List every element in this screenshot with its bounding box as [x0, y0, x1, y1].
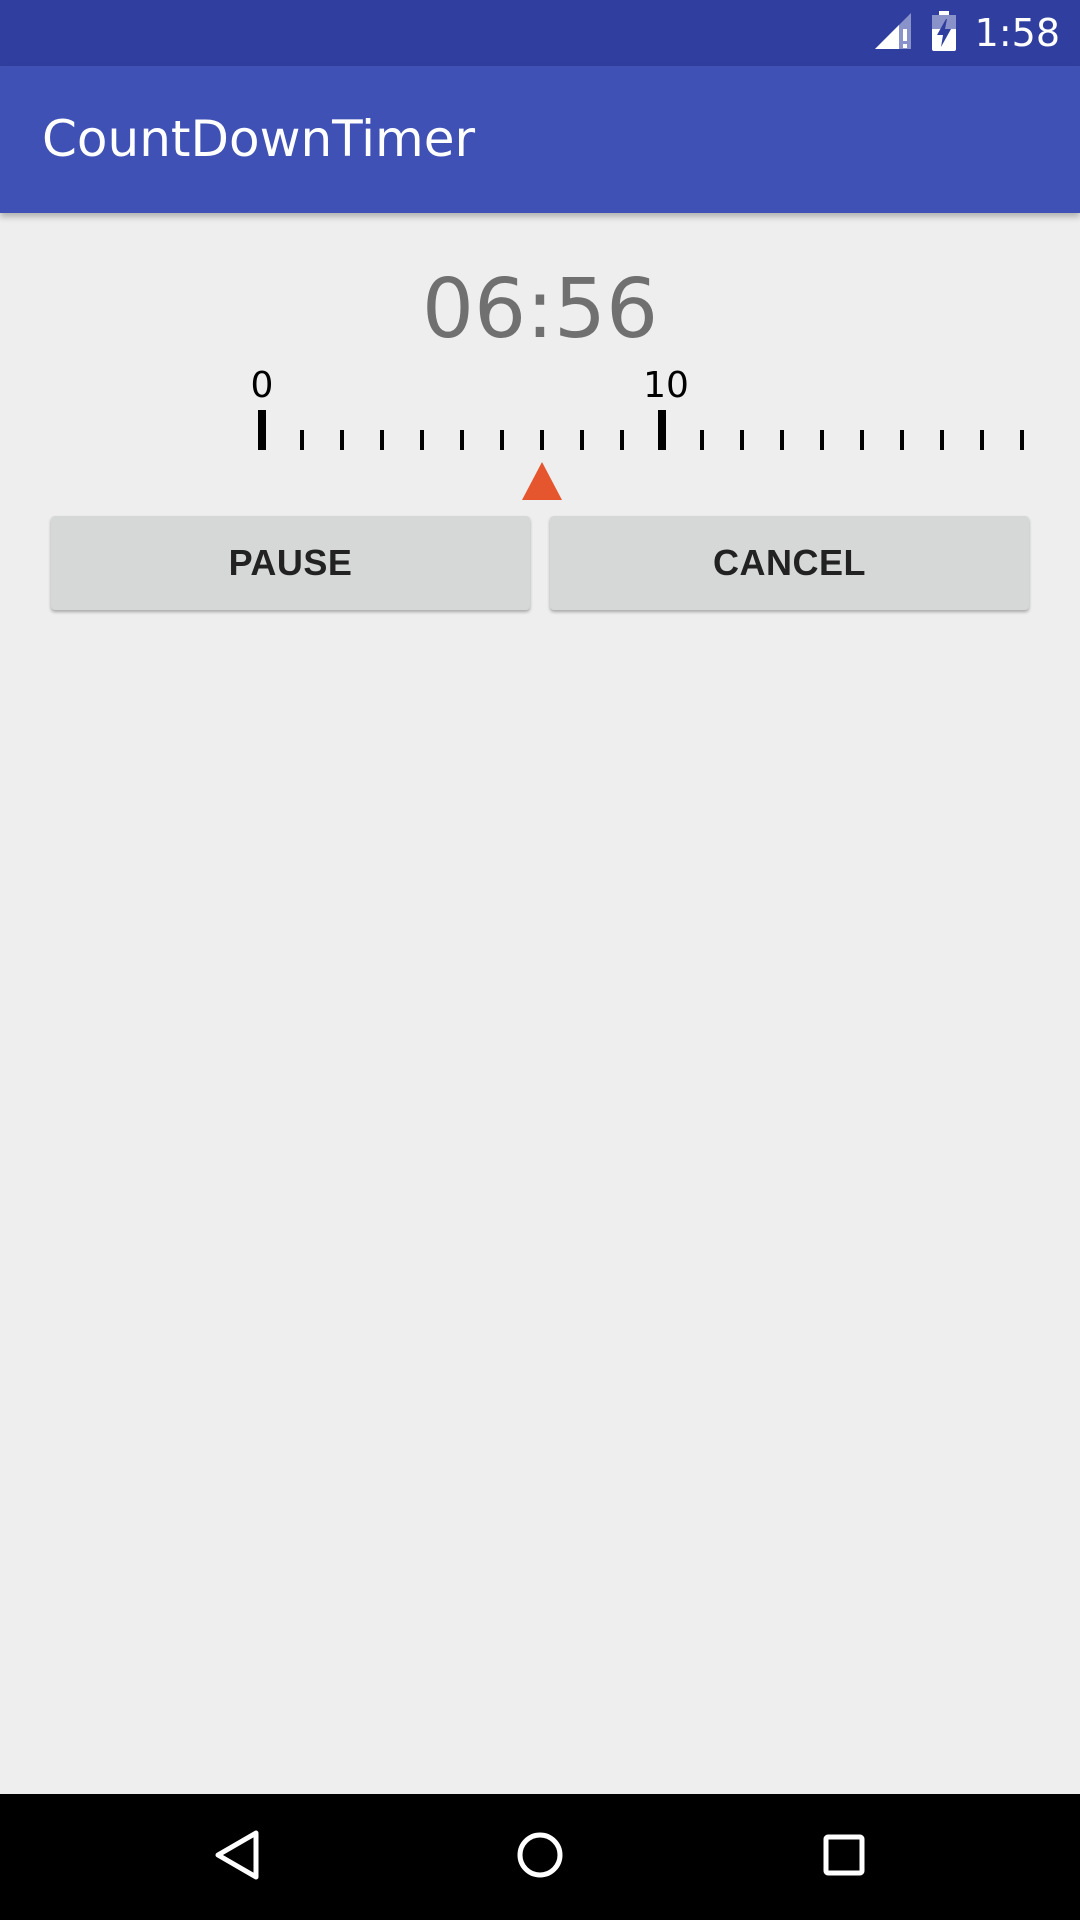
ruler-minor-tick	[460, 430, 464, 450]
cancel-button[interactable]: CANCEL	[550, 516, 1029, 610]
back-button[interactable]	[174, 1794, 300, 1920]
ruler-minor-tick	[540, 430, 544, 450]
pause-button[interactable]: PAUSE	[51, 516, 530, 610]
ruler-minor-tick	[860, 430, 864, 450]
back-icon	[212, 1829, 262, 1885]
home-icon	[515, 1830, 565, 1884]
ruler-minor-tick	[420, 430, 424, 450]
ruler-minor-tick	[1020, 430, 1024, 450]
home-button[interactable]	[477, 1794, 603, 1920]
ruler-major-tick	[658, 410, 666, 450]
ruler-minor-tick	[580, 430, 584, 450]
ruler-minor-tick	[900, 430, 904, 450]
recents-icon	[822, 1833, 866, 1881]
status-icons: 1:58	[873, 0, 1060, 66]
ruler-minor-tick	[980, 430, 984, 450]
ruler-minor-tick	[340, 430, 344, 450]
signal-icon	[873, 11, 913, 55]
ruler-label-10: 10	[643, 365, 689, 406]
status-bar: 1:58	[0, 0, 1080, 66]
ruler-minor-tick	[740, 430, 744, 450]
app-bar: CountDownTimer	[0, 66, 1080, 213]
battery-charging-icon	[931, 11, 957, 55]
ruler-ticks	[258, 410, 1024, 450]
ruler-major-tick	[258, 410, 266, 450]
ruler-minor-tick	[940, 430, 944, 450]
navigation-bar	[0, 1794, 1080, 1920]
recents-button[interactable]	[781, 1794, 907, 1920]
ruler-minor-tick	[820, 430, 824, 450]
timer-controls: PAUSE CANCEL	[51, 516, 1029, 612]
ruler-minor-tick	[380, 430, 384, 450]
ruler-minor-tick	[700, 430, 704, 450]
ruler-pointer[interactable]	[522, 462, 562, 500]
ruler-minor-tick	[780, 430, 784, 450]
timer-display: 06:56	[421, 262, 659, 357]
ruler-minor-tick	[500, 430, 504, 450]
ruler-minor-tick	[300, 430, 304, 450]
status-clock: 1:58	[974, 11, 1060, 55]
app-title: CountDownTimer	[42, 110, 476, 168]
ruler-minor-tick	[620, 430, 624, 450]
timer-ruler[interactable]: 0 10	[0, 355, 1080, 505]
ruler-label-0: 0	[251, 365, 274, 406]
